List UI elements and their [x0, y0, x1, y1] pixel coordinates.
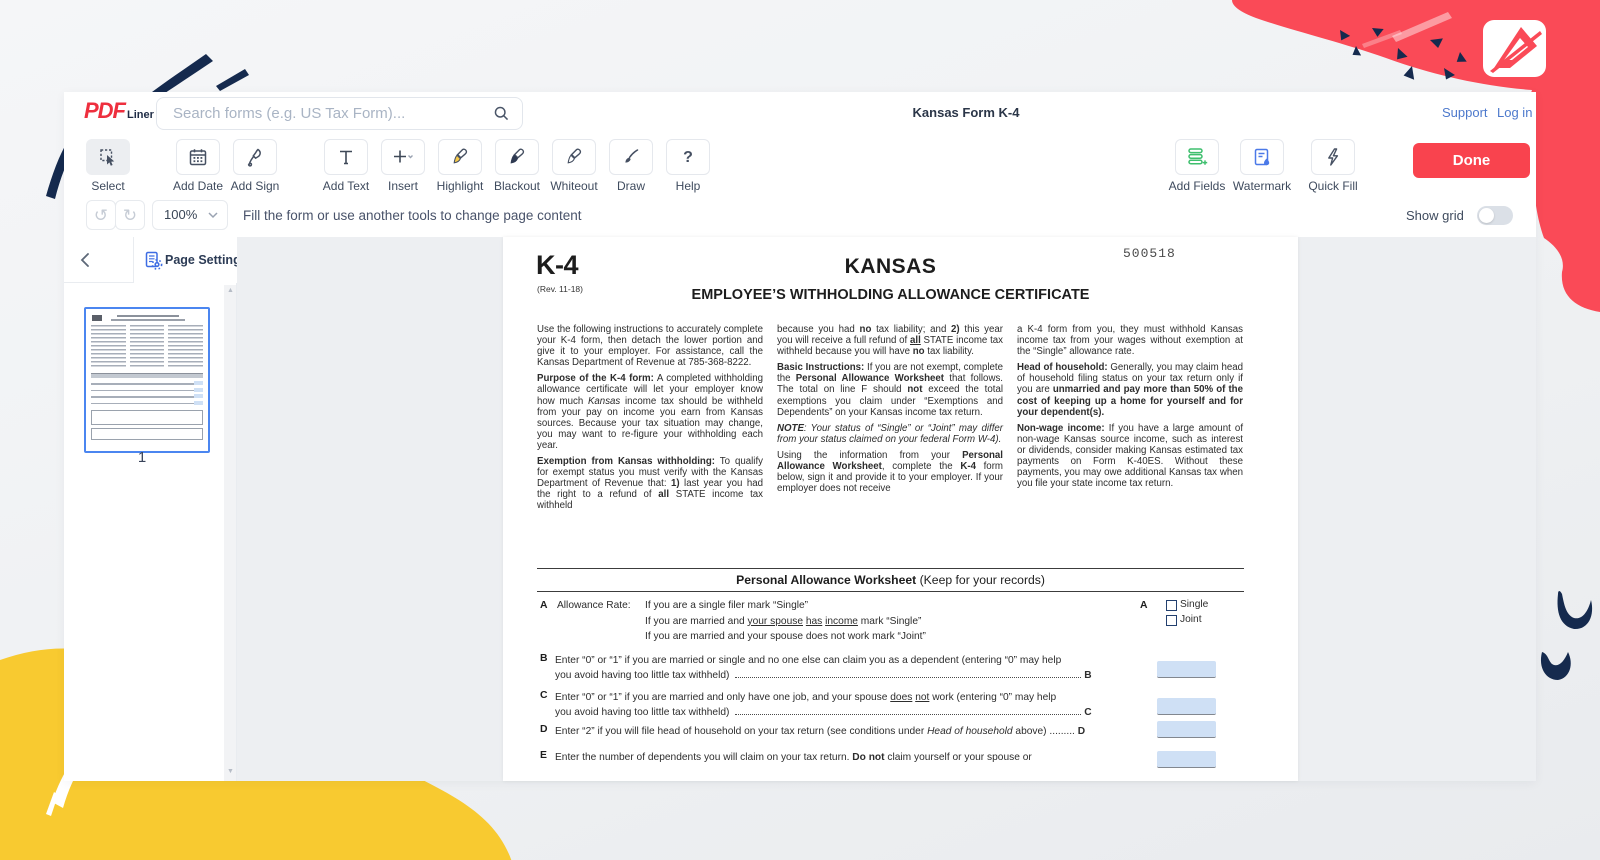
tool-watermark[interactable]: Watermark	[1240, 139, 1284, 193]
document-canvas: 500518 K-4 (Rev. 11-18) KANSAS EMPLOYEE’…	[237, 237, 1536, 781]
checkbox-joint[interactable]	[1166, 615, 1177, 626]
instructions-column-2: because you had no tax liability; and 2)…	[777, 324, 1003, 499]
pages-sidebar: Page Settings 1 ▲ ▼	[64, 237, 237, 781]
sub-toolbar: ↺ ↻ 100% Fill the form or use another to…	[64, 196, 1536, 238]
row-a-right-letter: A	[1140, 600, 1148, 611]
show-grid-label: Show grid	[1406, 208, 1464, 223]
lightning-icon	[1322, 146, 1344, 168]
logo-liner-text: Liner	[127, 108, 154, 122]
tool-add-sign[interactable]: Add Sign	[233, 139, 277, 193]
show-grid-toggle[interactable]	[1477, 206, 1513, 225]
calendar-icon	[187, 146, 209, 168]
divider	[64, 282, 133, 283]
redo-icon: ↻	[123, 207, 137, 224]
row-a-letter: A	[540, 600, 548, 611]
search-input[interactable]	[171, 98, 485, 129]
row-e-text: Enter the number of dependents you will …	[555, 750, 1147, 765]
document-title: Kansas Form K-4	[913, 105, 1020, 120]
input-field-b[interactable]	[1157, 661, 1216, 678]
login-link[interactable]: Log in	[1497, 105, 1532, 120]
pdfliner-logo[interactable]: PDF Liner	[84, 100, 154, 122]
input-field-d[interactable]	[1157, 721, 1216, 738]
instructions-column-3: a K-4 form from you, they must withhold …	[1017, 324, 1243, 494]
zoom-value: 100%	[164, 207, 197, 222]
tool-add-fields[interactable]: Add Fields	[1175, 139, 1219, 193]
app-window: PDF Liner Kansas Form K-4 Support Log in…	[64, 92, 1536, 781]
tool-add-text[interactable]: Add Text	[324, 139, 368, 193]
done-button[interactable]: Done	[1413, 143, 1530, 178]
select-icon	[97, 146, 119, 168]
page-settings-tab[interactable]: Page Settings	[133, 237, 238, 283]
tool-whiteout[interactable]: Whiteout	[552, 139, 596, 193]
row-a-line-3: If you are married and your spouse does …	[645, 631, 926, 642]
text-icon	[335, 146, 357, 168]
tool-help[interactable]: ? Help	[666, 139, 710, 193]
redo-button[interactable]: ↻	[115, 200, 145, 230]
tool-draw[interactable]: Draw	[609, 139, 653, 193]
row-e-letter: E	[540, 750, 547, 761]
collapse-sidebar-button[interactable]	[76, 250, 96, 270]
signature-pen-icon	[244, 146, 266, 168]
checkbox-joint-label: Joint	[1180, 614, 1202, 625]
watermark-icon	[1251, 146, 1273, 168]
sidebar-scrollbar[interactable]	[224, 285, 236, 781]
chevron-down-icon	[208, 212, 218, 219]
tool-quick-fill[interactable]: Quick Fill	[1311, 139, 1355, 193]
paintbrush-icon	[620, 146, 642, 168]
highlight-brush-icon	[449, 146, 471, 168]
svg-text:?: ?	[683, 149, 693, 166]
tool-add-date[interactable]: Add Date	[176, 139, 220, 193]
chevron-down-icon	[409, 156, 413, 158]
row-d-letter: D	[540, 724, 548, 735]
blackout-brush-icon	[506, 146, 528, 168]
page-settings-icon	[143, 250, 163, 270]
divider	[537, 568, 1244, 569]
app-header: PDF Liner Kansas Form K-4 Support Log in	[64, 92, 1536, 134]
row-a-line-1: If you are a single filer mark “Single”	[645, 600, 808, 611]
toolbar-hint: Fill the form or use another tools to ch…	[243, 208, 581, 223]
chevron-left-icon	[76, 250, 96, 270]
search-bar[interactable]	[156, 97, 523, 130]
zoom-select[interactable]: 100%	[152, 200, 228, 230]
plus-icon	[390, 146, 416, 168]
input-field-c[interactable]	[1157, 698, 1216, 715]
row-a-label: Allowance Rate:	[557, 600, 631, 611]
row-c-letter: C	[540, 690, 548, 701]
scroll-down-arrow[interactable]: ▼	[225, 768, 236, 775]
page-number: 1	[84, 449, 200, 466]
row-a-line-2: If you are married and your spouse has i…	[645, 616, 921, 627]
row-b-text: Enter “0” or “1” if you are married or s…	[555, 653, 1147, 683]
add-fields-icon	[1185, 145, 1209, 169]
checkbox-single-label: Single	[1180, 599, 1208, 610]
row-d-text: Enter “2” if you will file head of house…	[555, 724, 1147, 739]
search-icon	[492, 104, 511, 123]
divider	[537, 591, 1244, 592]
row-b-letter: B	[540, 653, 548, 664]
pdf-page: 500518 K-4 (Rev. 11-18) KANSAS EMPLOYEE’…	[503, 237, 1298, 781]
checkbox-single[interactable]	[1166, 600, 1177, 611]
worksheet-title: Personal Allowance Worksheet (Keep for y…	[537, 573, 1244, 587]
form-state-title: KANSAS	[537, 255, 1244, 279]
tool-highlight[interactable]: Highlight	[438, 139, 482, 193]
help-icon: ?	[677, 146, 699, 168]
scroll-up-arrow[interactable]: ▲	[225, 287, 236, 294]
toolbar: Select Add Date Add Sign Add Text Insert…	[64, 133, 1536, 197]
undo-icon: ↺	[94, 207, 108, 224]
form-subtitle: EMPLOYEE’S WITHHOLDING ALLOWANCE CERTIFI…	[537, 287, 1244, 303]
support-link[interactable]: Support	[1442, 105, 1488, 120]
undo-button[interactable]: ↺	[86, 200, 116, 230]
page-thumbnail[interactable]	[84, 307, 210, 453]
tool-insert[interactable]: Insert	[381, 139, 425, 193]
instructions-column-1: Use the following instructions to accura…	[537, 324, 763, 517]
whiteout-brush-icon	[563, 146, 585, 168]
logo-pdf-text: PDF	[84, 100, 125, 122]
tool-blackout[interactable]: Blackout	[495, 139, 539, 193]
navy-stroke	[216, 69, 249, 91]
row-c-text: Enter “0” or “1” if you are married and …	[555, 690, 1147, 720]
input-field-e[interactable]	[1157, 751, 1216, 768]
tool-select[interactable]: Select	[86, 139, 130, 193]
